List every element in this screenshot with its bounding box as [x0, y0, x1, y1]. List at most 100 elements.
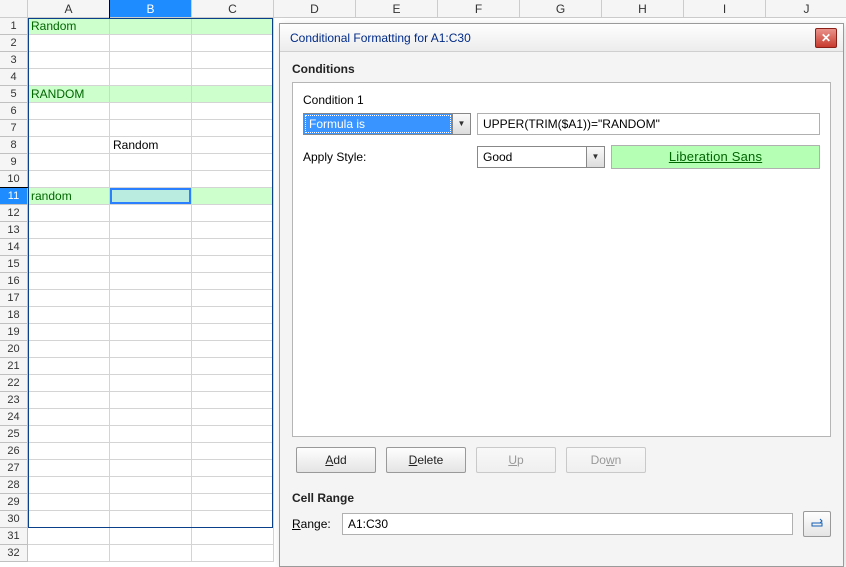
- row-header-10[interactable]: 10: [0, 171, 28, 188]
- cell-B18[interactable]: [110, 307, 192, 324]
- column-header-C[interactable]: C: [192, 0, 274, 18]
- cell-A21[interactable]: [28, 358, 110, 375]
- cell-C15[interactable]: [192, 256, 274, 273]
- row-header-26[interactable]: 26: [0, 443, 28, 460]
- row-header-31[interactable]: 31: [0, 528, 28, 545]
- row-header-8[interactable]: 8: [0, 137, 28, 154]
- row-header-30[interactable]: 30: [0, 511, 28, 528]
- row-header-25[interactable]: 25: [0, 426, 28, 443]
- column-header-A[interactable]: A: [28, 0, 110, 18]
- cell-A15[interactable]: [28, 256, 110, 273]
- cell-B25[interactable]: [110, 426, 192, 443]
- shrink-button[interactable]: [803, 511, 831, 537]
- cell-B20[interactable]: [110, 341, 192, 358]
- cell-A18[interactable]: [28, 307, 110, 324]
- row-header-22[interactable]: 22: [0, 375, 28, 392]
- chevron-down-icon[interactable]: ▼: [452, 114, 470, 134]
- cell-A29[interactable]: [28, 494, 110, 511]
- cell-B3[interactable]: [110, 52, 192, 69]
- cell-B32[interactable]: [110, 545, 192, 562]
- cell-B23[interactable]: [110, 392, 192, 409]
- cell-B12[interactable]: [110, 205, 192, 222]
- column-header-H[interactable]: H: [602, 0, 684, 18]
- column-header-J[interactable]: J: [766, 0, 846, 18]
- cell-B4[interactable]: [110, 69, 192, 86]
- cell-C11[interactable]: [192, 188, 274, 205]
- cell-C29[interactable]: [192, 494, 274, 511]
- column-header-F[interactable]: F: [438, 0, 520, 18]
- cell-B14[interactable]: [110, 239, 192, 256]
- cell-B9[interactable]: [110, 154, 192, 171]
- cell-B22[interactable]: [110, 375, 192, 392]
- cell-A1[interactable]: Random: [28, 18, 110, 35]
- cell-C6[interactable]: [192, 103, 274, 120]
- range-input[interactable]: A1:C30: [342, 513, 793, 535]
- corner-box[interactable]: [0, 0, 28, 18]
- cell-C1[interactable]: [192, 18, 274, 35]
- cell-B7[interactable]: [110, 120, 192, 137]
- cell-B27[interactable]: [110, 460, 192, 477]
- cell-B10[interactable]: [110, 171, 192, 188]
- cell-A13[interactable]: [28, 222, 110, 239]
- cell-C19[interactable]: [192, 324, 274, 341]
- row-header-3[interactable]: 3: [0, 52, 28, 69]
- cell-C10[interactable]: [192, 171, 274, 188]
- cell-B29[interactable]: [110, 494, 192, 511]
- row-header-32[interactable]: 32: [0, 545, 28, 562]
- column-header-D[interactable]: D: [274, 0, 356, 18]
- cell-C31[interactable]: [192, 528, 274, 545]
- row-header-24[interactable]: 24: [0, 409, 28, 426]
- cell-C24[interactable]: [192, 409, 274, 426]
- row-header-4[interactable]: 4: [0, 69, 28, 86]
- cell-A8[interactable]: [28, 137, 110, 154]
- cell-C30[interactable]: [192, 511, 274, 528]
- cell-C14[interactable]: [192, 239, 274, 256]
- cell-A32[interactable]: [28, 545, 110, 562]
- cell-B30[interactable]: [110, 511, 192, 528]
- cell-A3[interactable]: [28, 52, 110, 69]
- row-header-13[interactable]: 13: [0, 222, 28, 239]
- row-header-1[interactable]: 1: [0, 18, 28, 35]
- cell-A11[interactable]: random: [28, 188, 110, 205]
- row-header-15[interactable]: 15: [0, 256, 28, 273]
- cell-A17[interactable]: [28, 290, 110, 307]
- cell-A22[interactable]: [28, 375, 110, 392]
- row-header-2[interactable]: 2: [0, 35, 28, 52]
- cell-C7[interactable]: [192, 120, 274, 137]
- cell-A14[interactable]: [28, 239, 110, 256]
- row-header-17[interactable]: 17: [0, 290, 28, 307]
- cell-C28[interactable]: [192, 477, 274, 494]
- cell-C13[interactable]: [192, 222, 274, 239]
- cell-C12[interactable]: [192, 205, 274, 222]
- cell-C25[interactable]: [192, 426, 274, 443]
- row-header-29[interactable]: 29: [0, 494, 28, 511]
- cell-C5[interactable]: [192, 86, 274, 103]
- cell-B21[interactable]: [110, 358, 192, 375]
- row-header-23[interactable]: 23: [0, 392, 28, 409]
- row-header-16[interactable]: 16: [0, 273, 28, 290]
- cell-A26[interactable]: [28, 443, 110, 460]
- row-header-18[interactable]: 18: [0, 307, 28, 324]
- row-header-27[interactable]: 27: [0, 460, 28, 477]
- add-button[interactable]: Add: [296, 447, 376, 473]
- cell-A4[interactable]: [28, 69, 110, 86]
- cell-C8[interactable]: [192, 137, 274, 154]
- cell-B6[interactable]: [110, 103, 192, 120]
- cell-C21[interactable]: [192, 358, 274, 375]
- cell-A24[interactable]: [28, 409, 110, 426]
- cell-A31[interactable]: [28, 528, 110, 545]
- row-header-12[interactable]: 12: [0, 205, 28, 222]
- condition-type-combobox[interactable]: Formula is ▼: [303, 113, 471, 135]
- cell-C18[interactable]: [192, 307, 274, 324]
- cell-A25[interactable]: [28, 426, 110, 443]
- cell-B8[interactable]: Random: [110, 137, 192, 154]
- cell-B15[interactable]: [110, 256, 192, 273]
- cell-A28[interactable]: [28, 477, 110, 494]
- row-header-11[interactable]: 11: [0, 188, 28, 205]
- close-button[interactable]: ✕: [815, 28, 837, 48]
- row-header-6[interactable]: 6: [0, 103, 28, 120]
- cell-A9[interactable]: [28, 154, 110, 171]
- delete-button[interactable]: Delete: [386, 447, 466, 473]
- dialog-titlebar[interactable]: Conditional Formatting for A1:C30 ✕: [280, 24, 843, 52]
- cell-A12[interactable]: [28, 205, 110, 222]
